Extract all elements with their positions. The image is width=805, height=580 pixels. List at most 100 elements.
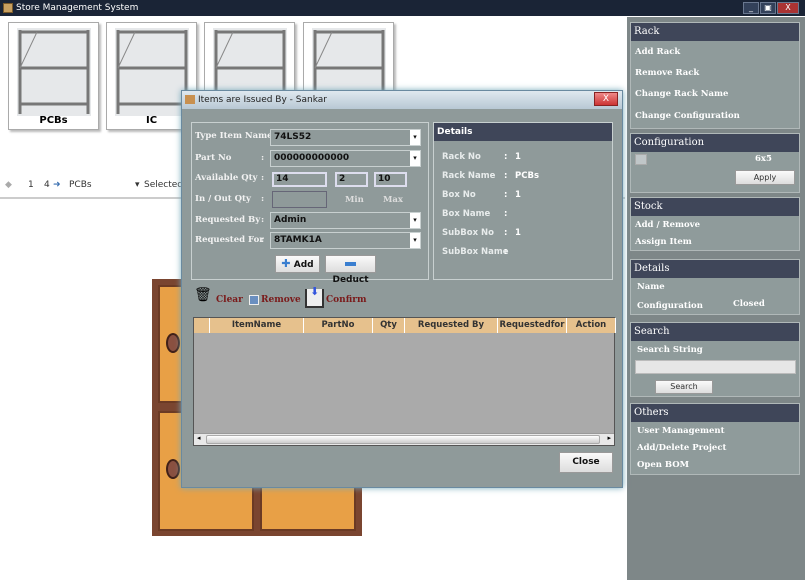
minimize-button[interactable]: _ [743,2,759,14]
close-window-button[interactable]: X [777,2,799,14]
scroll-right-icon[interactable]: ▸ [607,434,611,442]
change-rack-name-link[interactable]: Change Rack Name [635,89,728,99]
open-bom-link[interactable]: Open BOM [637,460,689,470]
search-string-label: Search String [637,345,703,355]
type-item-name-combo[interactable]: 74LS52 ▾ [270,129,421,146]
minus-icon [345,261,356,266]
detail-label: Rack Name [442,171,496,181]
clear-button[interactable]: Clear [216,295,243,305]
dialog-icon [185,95,195,104]
grid-icon[interactable] [635,154,647,165]
drawer-knob [166,333,180,353]
section-header: Search [631,323,799,341]
search-input[interactable] [635,360,796,374]
rack-tile[interactable]: PCBs [8,22,99,130]
remove-button[interactable]: Remove [261,295,301,305]
next-icon[interactable]: ➜ [53,180,61,190]
available-qty-field: 14 [272,172,327,187]
app-icon [3,3,13,13]
column-header[interactable]: PartNo [304,318,373,333]
search-button[interactable]: Search [655,380,713,394]
combo-value: 74LS52 [274,132,312,142]
change-configuration-link[interactable]: Change Configuration [635,111,740,121]
detail-colon: : [504,228,508,238]
apply-button[interactable]: Apply [735,170,795,185]
scroll-thumb[interactable] [206,435,600,444]
plus-icon: ✚ [281,257,291,270]
confirm-tray-icon: ⬇ [305,285,324,308]
max-label: Max [383,195,403,205]
section-header: Others [631,404,799,422]
detail-colon: : [504,171,508,181]
configuration-status: Closed [733,299,765,309]
detail-label: SubBox No [442,228,494,238]
rack-section: Rack Add Rack Remove Rack Change Rack Na… [630,22,800,129]
detail-label: Rack No [442,152,481,162]
column-header[interactable]: Requested By [405,318,498,333]
window-title: Store Management System [16,3,139,13]
min-label: Min [345,195,364,205]
add-rack-link[interactable]: Add Rack [635,47,680,57]
name-label: Name [637,282,665,292]
confirm-button[interactable]: Confirm [326,295,367,305]
add-button[interactable]: ✚ Add [275,255,320,273]
detail-label: Box No [442,190,476,200]
inout-qty-input[interactable] [272,191,327,208]
section-header: Rack [631,23,799,41]
previous-icon[interactable]: ◆ [5,180,12,190]
dropdown-arrow-icon[interactable]: ▾ [410,130,420,145]
combo-value: Admin [274,215,307,225]
others-section: Others User Management Add/Delete Projec… [630,403,800,475]
search-section: Search Search String Search [630,322,800,397]
dropdown-arrow-icon[interactable]: ▾ [410,233,420,248]
section-header: Configuration [631,134,799,152]
add-remove-link[interactable]: Add / Remove [635,220,700,230]
assign-item-link[interactable]: Assign Item [635,237,692,247]
maximize-button[interactable]: ▣ [760,2,776,14]
remove-rack-link[interactable]: Remove Rack [635,68,699,78]
detail-value: 1 [515,190,521,200]
dropdown-arrow-icon[interactable]: ▾ [410,213,420,228]
dialog-title-bar: Items are Issued By - Sankar X [182,91,622,109]
shelf-icon [17,28,91,116]
detail-colon: : [504,247,508,257]
detail-colon: : [504,209,508,219]
detail-value: PCBs [515,171,540,181]
deduct-button[interactable]: Deduct [325,255,376,285]
title-bar: Store Management System _ ▣ X [0,0,805,16]
configuration-value: 6x5 [755,154,772,164]
colon: : [261,194,265,204]
rack-select[interactable]: PCBs [69,180,92,190]
part-no-label: Part No [195,153,232,163]
colon: : [261,235,265,245]
part-no-combo[interactable]: 000000000000 ▾ [270,150,421,167]
recycle-bin-icon[interactable]: 🗑 [194,287,212,303]
close-button[interactable]: Close [559,452,613,473]
combo-value: 000000000000 [274,153,350,163]
section-header: Details [631,260,799,278]
shelf-icon [115,28,189,116]
button-label: Deduct [332,275,369,285]
stock-section: Stock Add / Remove Assign Item [630,197,800,251]
column-header[interactable]: Action [567,318,616,333]
add-delete-project-link[interactable]: Add/Delete Project [637,443,726,453]
column-header[interactable]: Requestedfor [498,318,567,333]
dropdown-arrow-icon[interactable]: ▾ [135,180,140,190]
column-header[interactable]: Qty [373,318,405,333]
issue-items-dialog: Items are Issued By - Sankar X Type Item… [181,90,623,488]
requested-by-combo[interactable]: Admin ▾ [270,212,421,229]
issued-items-grid[interactable]: ItemName PartNo Qty Requested By Requestedfo… [193,317,616,446]
detail-label: SubBox Name [442,247,509,257]
detail-colon: : [504,190,508,200]
colon: : [261,173,265,183]
details-section: Details Name Configuration Closed [630,259,800,315]
requested-for-combo[interactable]: 8TAMK1A ▾ [270,232,421,249]
column-header[interactable]: ItemName [210,318,304,333]
scroll-left-icon[interactable]: ◂ [197,434,201,442]
dialog-close-button[interactable]: X [594,92,618,106]
dropdown-arrow-icon[interactable]: ▾ [410,151,420,166]
available-qty-label: Available Qty [195,173,258,183]
user-management-link[interactable]: User Management [637,426,725,436]
configuration-section: Configuration 6x5 Apply [630,133,800,193]
horizontal-scrollbar[interactable]: ◂ ▸ [194,433,614,445]
